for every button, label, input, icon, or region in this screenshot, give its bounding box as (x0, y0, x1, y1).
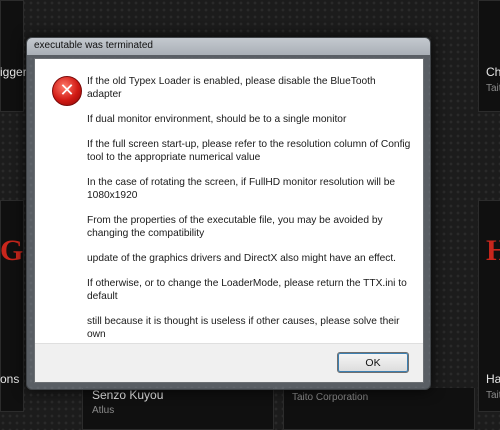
error-dialog: executable was terminated ✕ If the old T… (26, 37, 431, 390)
game-tile-publisher: Taito (486, 390, 500, 401)
game-tile-left-top[interactable] (0, 0, 24, 112)
message-dual-monitor: If dual monitor environment, should be t… (87, 114, 347, 125)
game-tile-publisher: Taito Corporation (292, 392, 369, 403)
message-fullscreen: If the full screen start-up, please refe… (87, 139, 411, 163)
ok-button[interactable]: OK (337, 352, 409, 373)
game-tile-publisher: Taito (486, 83, 500, 94)
game-tile-right-top[interactable] (478, 0, 500, 112)
message-bluetooth: If the old Typex Loader is enabled, plea… (87, 76, 376, 100)
game-tile-publisher: Atlus (92, 405, 115, 416)
dialog-footer: OK (35, 343, 423, 382)
error-icon: ✕ (52, 76, 82, 106)
game-logo-image: H (486, 234, 500, 267)
dialog-titlebar[interactable]: executable was terminated (27, 38, 430, 55)
game-tile-title: igger (0, 65, 27, 79)
message-other-causes: still because it is thought is useless i… (87, 316, 400, 340)
game-tile-title: Senzo Kuyou (92, 388, 164, 402)
message-drivers: update of the graphics drivers and Direc… (87, 253, 397, 264)
game-tile-title: Ch (486, 65, 500, 79)
dialog-body: ✕ If the old Typex Loader is enabled, pl… (34, 58, 424, 383)
message-rotation: In the case of rotating the screen, if F… (87, 177, 396, 201)
dialog-title: executable was terminated (34, 40, 153, 51)
message-loadermode: If otherwise, or to change the LoaderMod… (87, 278, 407, 302)
game-tile-title: Ha (486, 372, 500, 386)
message-compatibility: From the properties of the executable fi… (87, 215, 383, 239)
game-logo-image: G (0, 234, 23, 267)
game-tile-title: ons (0, 372, 20, 386)
message-list: If the old Typex Loader is enabled, plea… (87, 75, 412, 353)
